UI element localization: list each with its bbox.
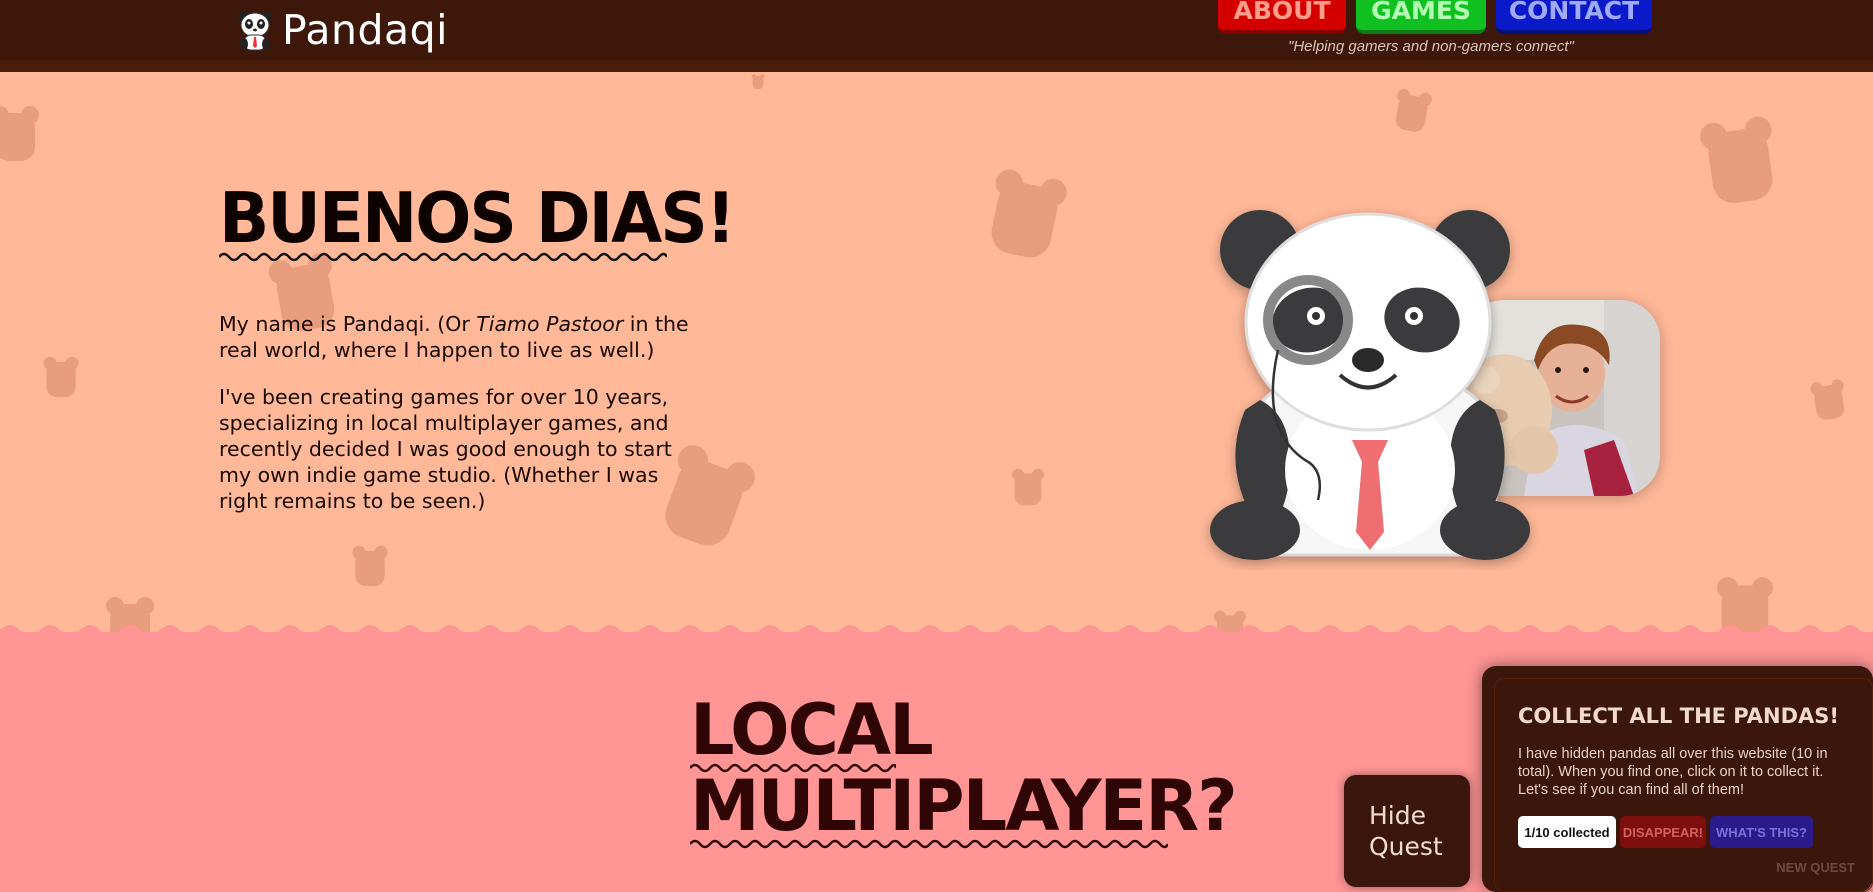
teddy-bear-decoration <box>1395 89 1432 132</box>
teddy-bear-decoration <box>1700 116 1773 204</box>
teddy-bear-decoration <box>352 545 388 587</box>
teddy-bear-decoration <box>43 356 79 398</box>
hero-body-text: I've been creating games for over 10 yea… <box>219 385 672 513</box>
main-nav: ABOUT GAMES CONTACT <box>1218 0 1652 34</box>
hero-real-name: Tiamo Pastoor <box>476 312 624 336</box>
site-logo[interactable]: Pandaqi <box>236 6 448 54</box>
hide-quest-label-line1: Hide <box>1369 801 1426 830</box>
site-tagline: "Helping gamers and non-gamers connect" <box>1288 38 1574 55</box>
hide-quest-button[interactable]: Hide Quest <box>1344 775 1470 887</box>
teddy-bear-decoration <box>1012 468 1044 506</box>
section-title-line1: LOCAL <box>690 689 934 771</box>
section-title-line2: MULTIPLAYER? <box>690 765 1238 847</box>
new-quest-link[interactable]: NEW QUEST <box>1776 860 1855 875</box>
panda-icon <box>238 11 272 51</box>
teddy-bear-decoration <box>0 106 39 161</box>
wavy-underline <box>690 839 1168 849</box>
quest-title: COLLECT ALL THE PANDAS! <box>1518 704 1839 728</box>
site-header: Pandaqi ABOUT GAMES CONTACT "Helping gam… <box>0 0 1873 72</box>
hero-intro-text: My name is Pandaqi. (Or Tiamo Pastoor in… <box>219 311 709 363</box>
quest-panel: COLLECT ALL THE PANDAS! I have hidden pa… <box>1482 666 1873 892</box>
quest-description: I have hidden pandas all over this websi… <box>1518 746 1828 798</box>
hide-quest-label-line2: Quest <box>1369 832 1443 861</box>
site-logo-text: Pandaqi <box>282 6 449 54</box>
teddy-bear-decoration <box>991 169 1067 258</box>
quest-actions: 1/10 collected DISAPPEAR! WHAT'S THIS? <box>1518 816 1813 848</box>
collected-counter-badge: 1/10 collected <box>1518 816 1616 848</box>
disappear-button[interactable]: DISAPPEAR! <box>1620 816 1706 848</box>
hero-intro-part: My name is Pandaqi. (Or <box>219 312 477 336</box>
wavy-underline <box>219 252 667 262</box>
whats-this-button[interactable]: WHAT'S THIS? <box>1710 816 1813 848</box>
nav-games-button[interactable]: GAMES <box>1356 0 1486 34</box>
teddy-bear-decoration <box>1810 379 1845 420</box>
nav-about-button[interactable]: ABOUT <box>1218 0 1346 34</box>
teddy-bear-decoration <box>751 74 765 89</box>
hero-title: BUENOS DIAS! <box>219 178 736 259</box>
nav-contact-button[interactable]: CONTACT <box>1496 0 1652 34</box>
panda-mascot[interactable] <box>1200 200 1540 570</box>
